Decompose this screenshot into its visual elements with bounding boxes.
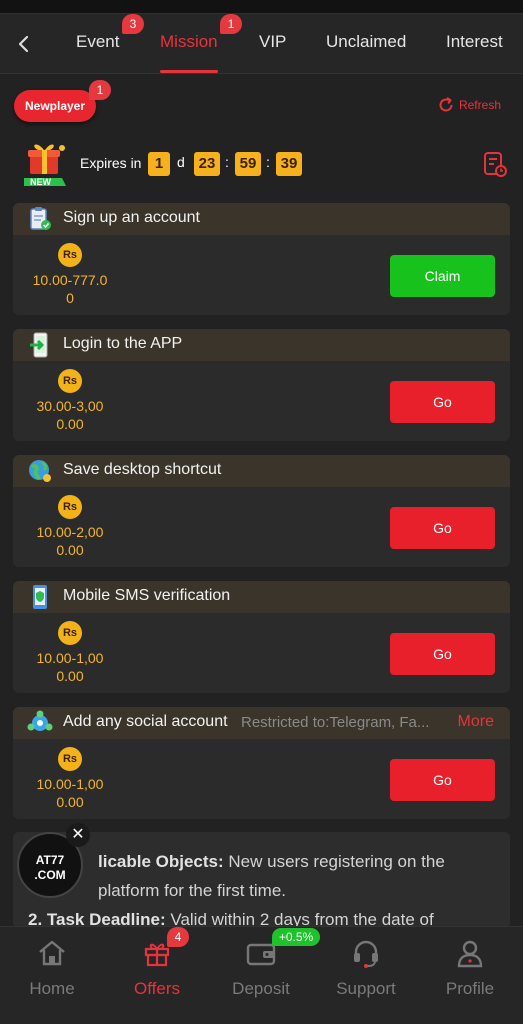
mission-card-header: Save desktop shortcut	[13, 455, 510, 487]
days-box: 1	[148, 152, 170, 176]
nav-home-label: Home	[29, 979, 75, 998]
rules-document-icon[interactable]	[482, 150, 508, 178]
tab-event[interactable]: Event	[76, 32, 119, 52]
reward-range-cont: 0.00	[56, 416, 84, 432]
mission-card-header: Sign up an account	[13, 203, 510, 235]
active-tab-indicator	[160, 70, 218, 73]
rule-line-2: platform for the first time.	[98, 881, 286, 901]
nav-offers[interactable]: Offers	[105, 927, 209, 1024]
mission-title: Add any social account	[63, 713, 228, 730]
new-label: NEW	[30, 177, 52, 187]
mission-card: Mobile SMS verification Rs 10.00-1,00 0.…	[13, 581, 510, 693]
rule-text: platform for the first time.	[98, 881, 286, 900]
mission-title: Save desktop shortcut	[63, 461, 222, 478]
rules-panel: licable Objects: New users registering o…	[13, 832, 510, 928]
status-bar	[0, 0, 523, 14]
bottom-nav: Home Offers Deposit Support Profile	[0, 926, 523, 1024]
rupee-coin-icon: Rs	[58, 747, 82, 771]
nav-support[interactable]: Support	[314, 927, 418, 1024]
rule-heading: licable Objects:	[98, 852, 224, 871]
reward-range-cont: 0	[66, 290, 74, 306]
nav-offers-label: Offers	[134, 979, 180, 998]
minutes-box: 59	[235, 152, 261, 176]
expiry-row: NEW Expires in 1 d 23 : 59 : 39	[18, 138, 508, 190]
tab-interest[interactable]: Interest	[446, 32, 503, 52]
reward-range: 10.00-777.0	[32, 272, 108, 288]
rupee-coin-icon: Rs	[58, 369, 82, 393]
reward-range: 10.00-1,00	[36, 650, 104, 666]
globe-icon	[29, 460, 51, 482]
go-button[interactable]: Go	[390, 759, 495, 801]
newplayer-tab[interactable]: Newplayer	[14, 90, 96, 122]
mission-reward: 10.00-2,00 0.00	[23, 523, 117, 559]
hours-box: 23	[194, 152, 220, 176]
phone-shield-icon	[33, 585, 47, 609]
tab-unclaimed[interactable]: Unclaimed	[326, 32, 406, 52]
refresh-label: Refresh	[458, 98, 501, 112]
claim-button[interactable]: Claim	[390, 255, 495, 297]
event-badge: 3	[122, 14, 144, 34]
nav-support-label: Support	[336, 979, 396, 998]
go-button[interactable]: Go	[390, 633, 495, 675]
social-network-icon	[27, 710, 53, 731]
brand-logo-text: AT77	[35, 853, 65, 867]
mission-card: Add any social account Restricted to:Tel…	[13, 707, 510, 819]
mission-title: Login to the APP	[63, 335, 183, 352]
tab-mission[interactable]: Mission	[160, 32, 218, 52]
reward-range: 10.00-1,00	[36, 776, 104, 792]
time-separator: :	[266, 154, 270, 170]
rule-text: New users registering on the	[223, 852, 445, 871]
mission-reward: 10.00-1,00 0.00	[23, 775, 117, 811]
mission-card: Save desktop shortcut Rs 10.00-2,00 0.00…	[13, 455, 510, 567]
phone-login-icon	[30, 332, 48, 358]
mission-card-header: Login to the APP	[13, 329, 510, 361]
expires-label: Expires in	[80, 155, 142, 171]
reward-range-cont: 0.00	[56, 542, 84, 558]
headset-icon	[354, 940, 378, 968]
days-unit: d	[177, 154, 185, 170]
rupee-coin-icon: Rs	[58, 243, 82, 267]
mission-reward: 30.00-3,00 0.00	[23, 397, 117, 433]
nav-profile-label: Profile	[445, 979, 495, 998]
newplayer-badge: 1	[89, 80, 111, 100]
reward-range: 10.00-2,00	[36, 524, 104, 540]
mission-card: Login to the APP Rs 30.00-3,00 0.00 Go	[13, 329, 510, 441]
seconds-box: 39	[276, 152, 302, 176]
rupee-coin-icon: Rs	[58, 621, 82, 645]
reward-range-cont: 0.00	[56, 668, 84, 684]
rupee-coin-icon: Rs	[58, 495, 82, 519]
offers-badge: 4	[167, 927, 189, 947]
clipboard-check-icon	[30, 207, 51, 230]
new-gift-icon: NEW	[24, 144, 66, 187]
reward-range: 30.00-3,00	[36, 398, 104, 414]
tab-bar: Event 3 Mission 1 VIP Unclaimed Interest	[0, 14, 523, 74]
go-button[interactable]: Go	[390, 381, 495, 423]
nav-profile[interactable]: Profile	[418, 927, 522, 1024]
mission-badge: 1	[220, 14, 242, 34]
mission-title: Sign up an account	[63, 209, 200, 226]
back-icon[interactable]	[10, 30, 38, 58]
nav-home[interactable]: Home	[0, 927, 104, 1024]
more-link[interactable]: More	[458, 713, 494, 731]
nav-deposit-label: Deposit	[232, 979, 290, 998]
refresh-button[interactable]: Refresh	[437, 96, 501, 114]
mission-title: Mobile SMS verification	[63, 587, 231, 604]
refresh-icon	[439, 97, 453, 112]
mission-reward: 10.00-777.0 0	[23, 271, 117, 307]
home-icon	[39, 940, 65, 966]
go-button[interactable]: Go	[390, 507, 495, 549]
brand-logo-suffix: .COM	[34, 868, 66, 882]
mission-card-header: Add any social account Restricted to:Tel…	[13, 707, 510, 739]
time-separator: :	[225, 154, 229, 170]
deposit-bonus-badge: +0.5%	[272, 928, 320, 946]
mission-card: Sign up an account Rs 10.00-777.0 0 Clai…	[13, 203, 510, 315]
tab-vip[interactable]: VIP	[259, 32, 286, 52]
rule-line-1: licable Objects: New users registering o…	[98, 852, 445, 872]
close-icon[interactable]: ✕	[66, 823, 90, 847]
mission-card-header: Mobile SMS verification	[13, 581, 510, 613]
reward-range-cont: 0.00	[56, 794, 84, 810]
mission-reward: 10.00-1,00 0.00	[23, 649, 117, 685]
restriction-text: Restricted to:Telegram, Fa...	[241, 714, 430, 731]
user-icon	[457, 940, 483, 968]
